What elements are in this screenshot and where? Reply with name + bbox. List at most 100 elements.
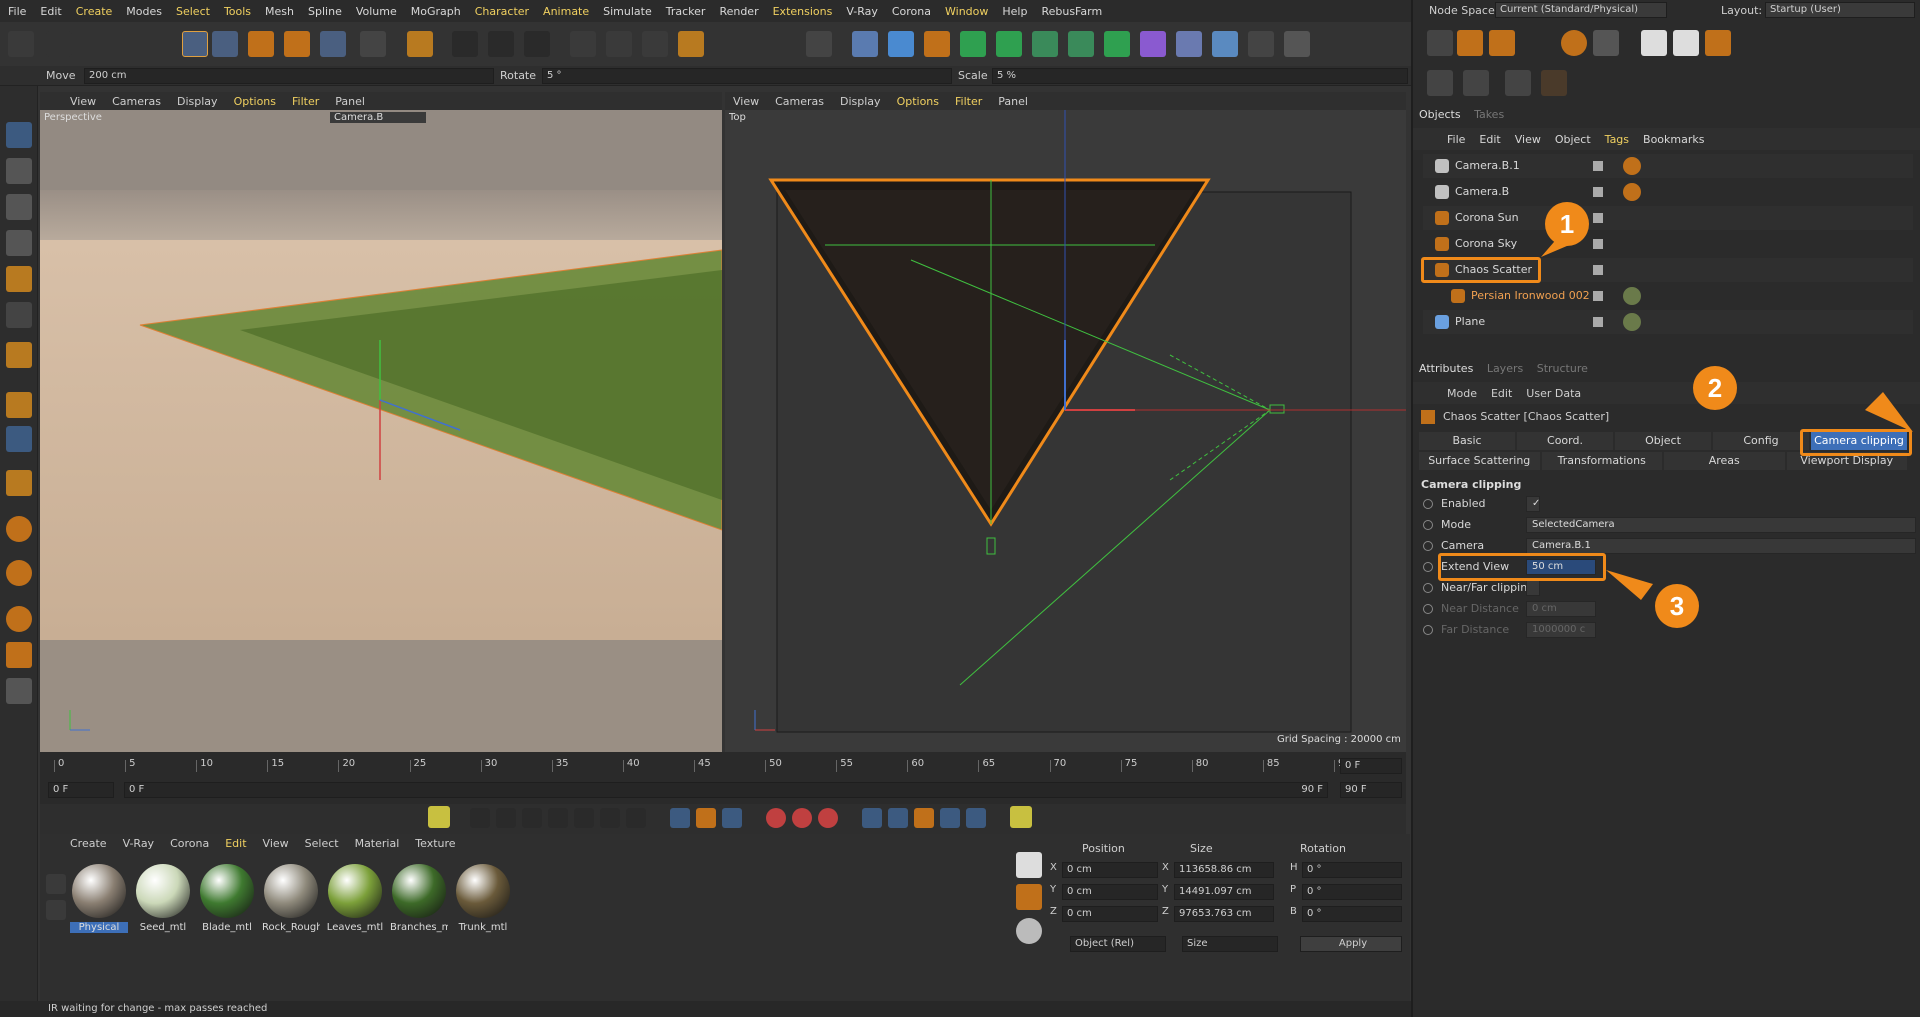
material-swatch[interactable]: Seed_mtl (134, 864, 192, 940)
viewport-camera-label[interactable]: Camera.B (330, 112, 426, 123)
next-frame-icon[interactable] (574, 808, 594, 828)
cube-icon[interactable] (888, 31, 914, 57)
vp-menu-cameras[interactable]: Cameras (775, 95, 824, 108)
vp-menu-options[interactable]: Options (897, 95, 939, 108)
corona-icon[interactable] (6, 560, 32, 586)
model-mode-icon[interactable] (6, 122, 32, 148)
play-icon[interactable] (548, 808, 568, 828)
menu-help[interactable]: Help (1002, 5, 1027, 18)
coord-rot-field[interactable]: 0 ° (1302, 884, 1402, 900)
viewport-solo-icon[interactable] (806, 31, 832, 57)
menu-modes[interactable]: Modes (126, 5, 162, 18)
coord-rot-field[interactable]: 0 ° (1302, 862, 1402, 878)
snap-icon[interactable] (6, 392, 32, 418)
key-param-icon[interactable] (940, 808, 960, 828)
axis-mode-icon[interactable] (6, 342, 32, 368)
vp-menu-filter[interactable]: Filter (955, 95, 982, 108)
workplane-icon[interactable] (6, 426, 32, 452)
arrow-icon[interactable] (46, 900, 66, 920)
coord-pos-field[interactable]: 0 cm (1062, 906, 1158, 922)
menu-file[interactable]: File (8, 5, 26, 18)
menu-spline[interactable]: Spline (308, 5, 342, 18)
vp-menu-panel[interactable]: Panel (335, 95, 365, 108)
camera-icon[interactable] (1248, 31, 1274, 57)
sound-icon[interactable] (722, 808, 742, 828)
vp-menu-filter[interactable]: Filter (292, 95, 319, 108)
material-swatch[interactable]: Rock_Rough (262, 864, 320, 940)
menu-mograph[interactable]: MoGraph (411, 5, 461, 18)
apply-button[interactable]: Apply (1300, 936, 1402, 952)
menu-corona[interactable]: Corona (892, 5, 931, 18)
floor-icon[interactable] (1212, 31, 1238, 57)
key-scale-icon[interactable] (914, 808, 934, 828)
vp-menu-cameras[interactable]: Cameras (112, 95, 161, 108)
menu-window[interactable]: Window (945, 5, 988, 18)
key-rotation-icon[interactable] (888, 808, 908, 828)
current-frame-field[interactable]: 0 F (1340, 758, 1402, 774)
render-region-icon[interactable] (452, 31, 478, 57)
magnet-icon[interactable] (6, 470, 32, 496)
top-viewport[interactable]: View Cameras Display Options Filter Pane… (725, 92, 1406, 752)
rotate-tool-icon[interactable] (248, 31, 274, 57)
vp-menu-view[interactable]: View (70, 95, 96, 108)
rotate-field[interactable]: 5 ° (542, 68, 952, 84)
vp-menu-view[interactable]: View (733, 95, 759, 108)
coord-size-field[interactable]: 97653.763 cm (1174, 906, 1274, 922)
end-frame-field[interactable]: 90 F (1340, 782, 1402, 798)
document-icon[interactable] (1016, 852, 1042, 878)
edges-mode-icon[interactable] (6, 230, 32, 256)
perspective-viewport[interactable]: View Cameras Display Options Filter Pane… (40, 92, 722, 752)
menu-simulate[interactable]: Simulate (603, 5, 652, 18)
field-icon[interactable] (1104, 31, 1130, 57)
loop-icon[interactable] (670, 808, 690, 828)
menu-tracker[interactable]: Tracker (666, 5, 706, 18)
scheme-icon[interactable] (1010, 806, 1032, 828)
menu-rebusfarm[interactable]: RebusFarm (1041, 5, 1102, 18)
axis-tool-icon[interactable] (407, 31, 433, 57)
add-icon[interactable] (46, 874, 66, 894)
key-pla-icon[interactable] (966, 808, 986, 828)
material-swatch[interactable]: Blade_mtl (198, 864, 256, 940)
sphere-icon[interactable] (1016, 918, 1042, 944)
material-swatch[interactable]: Leaves_mtl (326, 864, 384, 940)
extrude-icon[interactable] (996, 31, 1022, 57)
vp-menu-display[interactable]: Display (840, 95, 881, 108)
material-swatch[interactable]: Trunk_mtl (454, 864, 512, 940)
menu-create[interactable]: Create (76, 5, 113, 18)
undo-icon[interactable] (8, 31, 34, 57)
menu-mesh[interactable]: Mesh (265, 5, 294, 18)
prev-frame-icon[interactable] (522, 808, 542, 828)
range-slider[interactable]: 0 F 90 F (124, 782, 1328, 798)
lock-x-icon[interactable] (570, 31, 596, 57)
coord-rot-field[interactable]: 0 ° (1302, 906, 1402, 922)
coord-size-field[interactable]: 113658.86 cm (1174, 862, 1274, 878)
coordinate-system-icon[interactable] (678, 31, 704, 57)
placement-tool-icon[interactable] (360, 31, 386, 57)
size-mode-select[interactable]: Size (1182, 936, 1278, 952)
record-active-icon[interactable] (766, 808, 786, 828)
vray-icon[interactable] (6, 678, 32, 704)
menu-v-ray[interactable]: V-Ray (846, 5, 878, 18)
vp-menu-panel[interactable]: Panel (998, 95, 1028, 108)
lock-z-icon[interactable] (642, 31, 668, 57)
points-mode-icon[interactable] (6, 194, 32, 220)
timeline[interactable]: 051015202530354045505560657075808590 0 F… (40, 752, 1406, 804)
coord-mode-select[interactable]: Object (Rel) (1070, 936, 1166, 952)
vp-menu-options[interactable]: Options (234, 95, 276, 108)
key-position-icon[interactable] (862, 808, 882, 828)
start-frame-field[interactable]: 0 F (48, 782, 114, 798)
scale-field[interactable]: 5 % (992, 68, 1408, 84)
polygons-mode-icon[interactable] (6, 266, 32, 292)
texture-mode-icon[interactable] (6, 158, 32, 184)
uv-mode-icon[interactable] (6, 302, 32, 328)
light-icon[interactable] (1284, 31, 1310, 57)
prev-key-icon[interactable] (496, 808, 516, 828)
render-view-icon[interactable] (488, 31, 514, 57)
coord-pos-field[interactable]: 0 cm (1062, 884, 1158, 900)
material-icon[interactable] (1176, 31, 1202, 57)
material-swatch[interactable]: Branches_m (390, 864, 448, 940)
next-key-icon[interactable] (600, 808, 620, 828)
substance-icon[interactable] (6, 516, 32, 542)
lock-y-icon[interactable] (606, 31, 632, 57)
interactive-icon[interactable] (6, 642, 32, 668)
